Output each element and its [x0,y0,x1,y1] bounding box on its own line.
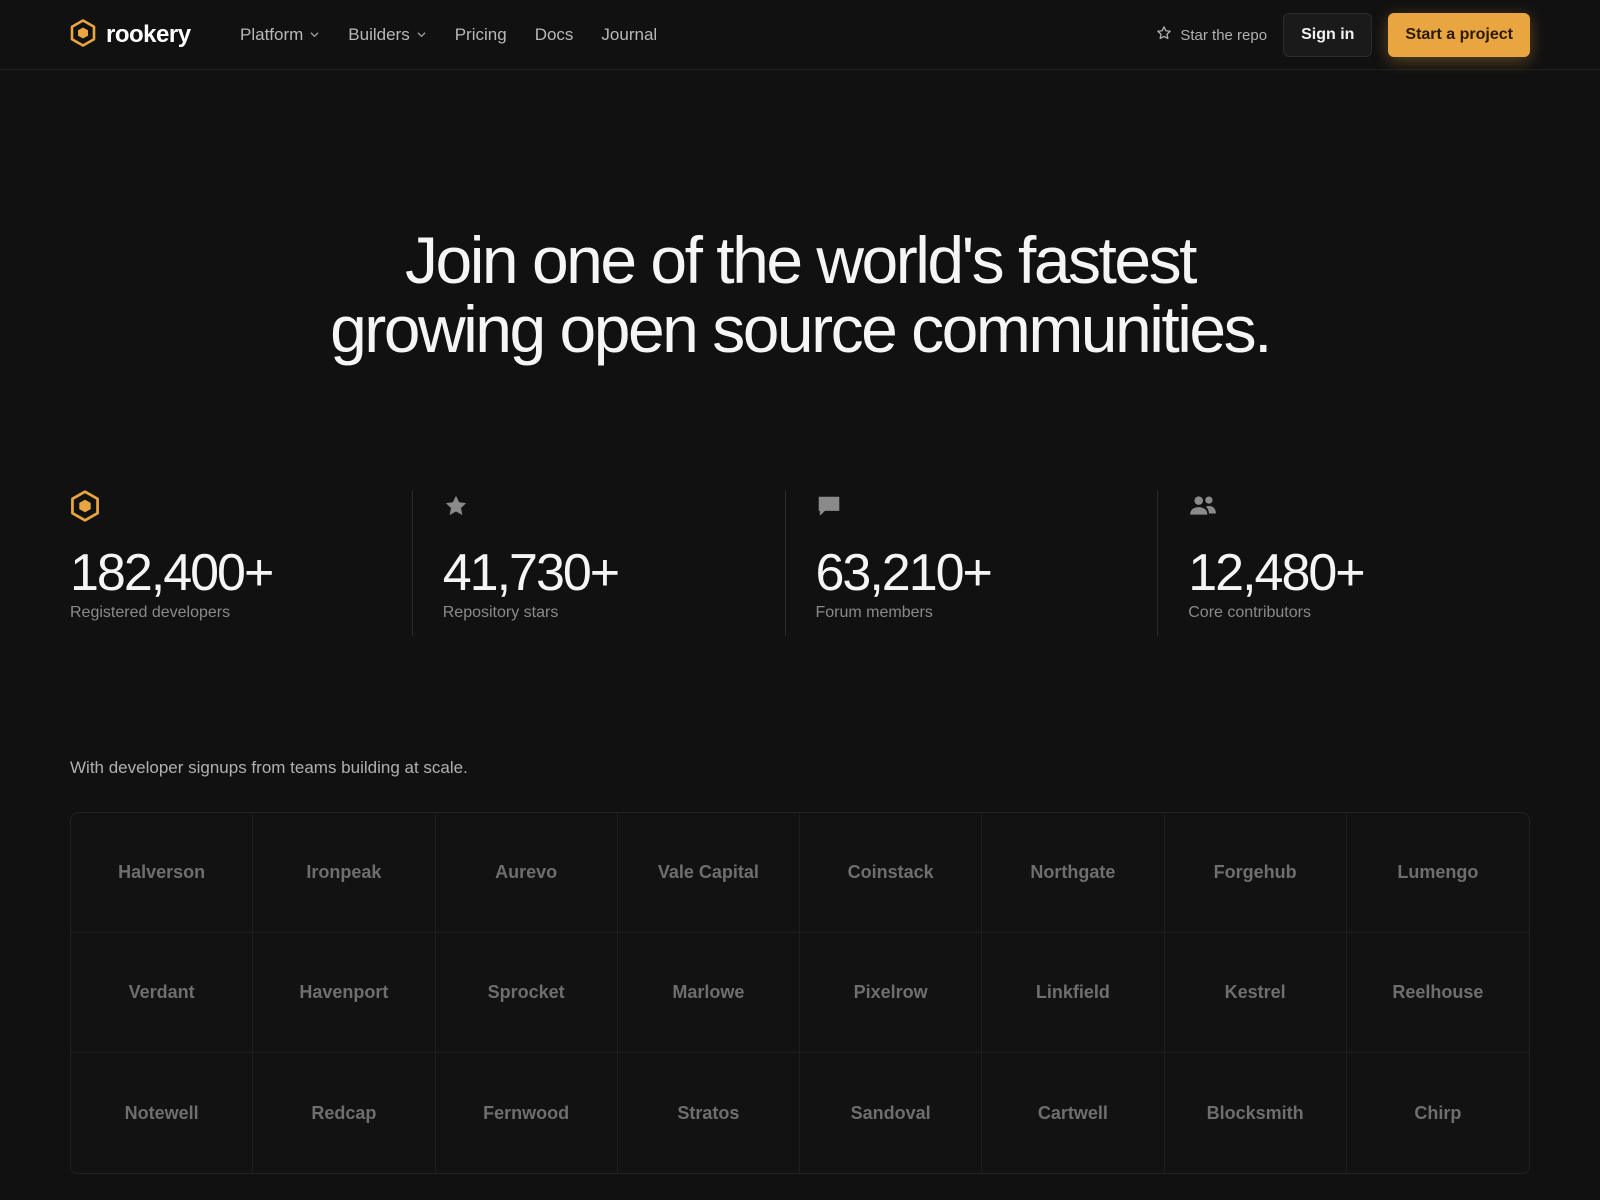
hero-headline-line-2: growing open source communities. [330,292,1272,366]
stat-label: Registered developers [70,604,231,621]
chevron-down-icon [416,25,427,45]
stat-core-contributors: 12,480+ Core contributors [1157,490,1530,636]
stat-label: Forum members [815,604,933,621]
customer-logo[interactable]: Aurevo [435,813,618,933]
stat-repository-stars: 41,730+ Repository stars [411,490,785,636]
star-icon [443,490,785,522]
customer-logo[interactable]: Vale Capital [617,813,800,933]
users-icon [1188,490,1530,522]
stat-value: 41,730+ [442,544,620,602]
customer-logo[interactable]: Sprocket [435,933,618,1053]
start-project-button[interactable]: Start a project [1388,13,1530,57]
nav-item-builders[interactable]: Builders [348,25,426,45]
star-outline-icon [1156,25,1172,45]
customer-logo[interactable]: Blocksmith [1165,1053,1347,1173]
customer-logo[interactable]: Lumengo [1346,813,1529,933]
customer-logo[interactable]: Reelhouse [1346,933,1529,1053]
logos-caption: With developer signups from teams buildi… [70,758,468,777]
star-repo-label: Star the repo [1180,26,1268,44]
stat-value: 63,210+ [815,544,993,602]
customer-logo[interactable]: Marlowe [617,933,800,1053]
nav-actions: Star the repo Sign in Start a project [1156,13,1530,57]
nav-item-pricing[interactable]: Pricing [455,25,507,45]
nav-item-docs[interactable]: Docs [535,25,574,45]
customer-logos-grid: Halverson Ironpeak Aurevo Vale Capital C… [70,812,1530,1174]
customer-logo[interactable]: Northgate [982,813,1165,933]
top-navbar: rookery Platform Builders Pricing Docs J… [0,0,1600,70]
customer-logo[interactable]: Stratos [618,1053,800,1173]
customer-logo[interactable]: Havenport [253,933,436,1053]
main-nav: Platform Builders Pricing Docs Journal [240,22,657,48]
customer-logo[interactable]: Fernwood [436,1053,618,1173]
customer-logo[interactable]: Verdant [71,933,254,1053]
nav-item-platform[interactable]: Platform [240,25,320,45]
brand-logo-link[interactable]: rookery [70,18,191,52]
customer-logo[interactable]: Sandoval [800,1053,983,1173]
brand-name: rookery [106,21,191,48]
customer-logo[interactable]: Coinstack [800,813,983,933]
stat-value: 12,480+ [1188,544,1365,602]
customer-logo[interactable]: Ironpeak [253,813,436,933]
sign-in-button[interactable]: Sign in [1283,13,1373,57]
stat-registered-developers: 182,400+ Registered developers [70,490,412,636]
nav-item-journal[interactable]: Journal [601,25,657,45]
customer-logo[interactable]: Kestrel [1164,933,1347,1053]
chevron-down-icon [309,25,320,45]
nav-item-label: Journal [601,25,658,44]
hero-headline: Join one of the world's fastest growing … [0,226,1600,364]
stat-forum-members: 63,210+ Forum members [784,490,1158,636]
hero-headline-line-1: Join one of the world's fastest [405,223,1197,297]
stat-label: Repository stars [442,604,559,621]
hero: Join one of the world's fastest growing … [0,226,1600,364]
nav-item-label: Platform [240,25,304,44]
customer-logo[interactable]: Pixelrow [800,933,983,1053]
hexagon-logo-icon [70,18,96,52]
nav-item-label: Docs [534,25,574,44]
nav-item-label: Builders [348,25,410,44]
customer-logo[interactable]: Forgehub [1164,813,1347,933]
chat-bubble-icon [816,490,1158,522]
customer-logo[interactable]: Chirp [1347,1053,1529,1173]
stat-label: Core contributors [1188,604,1311,621]
customer-logo[interactable]: Redcap [253,1053,436,1173]
star-repo-link[interactable]: Star the repo [1156,25,1267,45]
hexagon-logo-icon [70,490,412,522]
nav-item-label: Pricing [454,25,507,44]
customer-logo[interactable]: Cartwell [982,1053,1165,1173]
customer-logo[interactable]: Notewell [71,1053,254,1173]
customer-logo[interactable]: Linkfield [982,933,1165,1053]
stat-value: 182,400+ [70,544,274,602]
community-stats: 182,400+ Registered developers 41,730+ R… [70,490,1530,636]
customer-logo[interactable]: Halverson [71,813,254,933]
